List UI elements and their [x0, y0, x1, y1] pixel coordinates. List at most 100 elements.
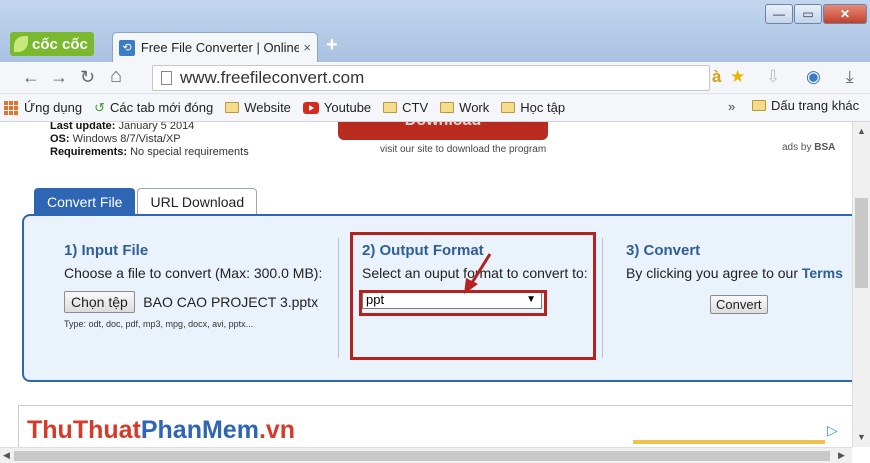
- adchoices-icon[interactable]: ▷: [827, 422, 838, 439]
- download-caption: visit our site to download the program: [380, 144, 547, 155]
- download-icon[interactable]: ⇩: [766, 67, 780, 87]
- folder-icon: [440, 102, 455, 113]
- bookmark-ctv[interactable]: CTV: [383, 100, 428, 115]
- home-button[interactable]: ⌂: [110, 65, 122, 88]
- folder-icon: [501, 102, 516, 113]
- step1-desc: Choose a file to convert (Max: 300.0 MB)…: [64, 265, 323, 281]
- other-bookmarks-label: Dấu trang khác: [771, 98, 860, 113]
- converter-tabs: Convert File URL Download: [34, 188, 259, 214]
- last-update-label: Last update:: [50, 122, 116, 132]
- requirements-label: Requirements:: [50, 146, 128, 158]
- address-bar[interactable]: www.freefileconvert.com: [152, 65, 710, 91]
- scroll-right-icon[interactable]: ▶: [838, 450, 845, 461]
- watermark-part3: .vn: [258, 416, 296, 444]
- software-specs: Last update: January 5 2014 OS: Windows …: [50, 122, 249, 159]
- close-window-button[interactable]: ✕: [823, 4, 867, 24]
- maximize-button[interactable]: ▭: [794, 4, 822, 24]
- bookmark-label: Học tập: [520, 100, 566, 115]
- ads-label[interactable]: ads by BSA: [782, 142, 835, 153]
- page-content: Last update: January 5 2014 OS: Windows …: [0, 122, 852, 447]
- convert-button[interactable]: Convert: [710, 295, 768, 314]
- bookmark-work[interactable]: Work: [440, 100, 489, 115]
- scroll-up-icon[interactable]: ▲: [857, 126, 866, 136]
- download-button[interactable]: Download: [338, 122, 548, 140]
- watermark-part1: ThuThuat: [27, 416, 141, 444]
- bookmark-label: Các tab mới đóng: [110, 100, 214, 115]
- ad-bar: [633, 440, 825, 444]
- brand-label: cốc cốc: [32, 35, 88, 53]
- column-divider: [338, 238, 339, 358]
- choose-file-button[interactable]: Chọn tệp: [64, 291, 135, 313]
- bookmark-label: Ứng dụng: [24, 100, 83, 115]
- new-tab-button[interactable]: +: [326, 34, 338, 57]
- folder-icon: [225, 102, 240, 113]
- reload-button[interactable]: ↻: [80, 67, 95, 88]
- terms-link[interactable]: Terms: [802, 265, 843, 281]
- requirements-value: No special requirements: [130, 146, 249, 158]
- bookmark-label: Work: [459, 100, 490, 115]
- minimize-button[interactable]: —: [765, 4, 793, 24]
- browser-window: cốc cốc ⟲ Free File Converter | Online ×…: [0, 0, 870, 463]
- ads-prefix: ads by: [782, 142, 812, 153]
- converter-panel: 1) Input File Choose a file to convert (…: [22, 214, 852, 382]
- scroll-down-icon[interactable]: ▼: [857, 432, 866, 442]
- vertical-scroll-thumb[interactable]: [855, 198, 868, 288]
- bookmark-label: Youtube: [323, 100, 372, 115]
- url-text: www.freefileconvert.com: [180, 68, 365, 87]
- save-icon[interactable]: ⤓: [846, 67, 854, 87]
- translate-icon[interactable]: à: [712, 67, 721, 87]
- step3-title: 3) Convert: [626, 242, 701, 259]
- agree-text: By clicking you agree to our: [626, 265, 798, 281]
- watermark-logo: ThuThuatPhanMem.vn: [27, 416, 295, 445]
- coccoc-logo[interactable]: cốc cốc: [10, 32, 94, 56]
- selected-filename: BAO CAO PROJECT 3.pptx: [143, 294, 319, 310]
- step1-title: 1) Input File: [64, 242, 149, 259]
- ads-brand: BSA: [814, 142, 836, 153]
- bookmark-label: Website: [244, 100, 291, 115]
- forward-button[interactable]: →: [50, 67, 68, 88]
- step-convert: 3) Convert By clicking you agree to our …: [626, 242, 843, 314]
- folder-icon: [752, 100, 766, 111]
- bookmark-apps[interactable]: Ứng dụng: [24, 100, 82, 115]
- last-update-value: January 5 2014: [118, 122, 195, 132]
- tab-url-download[interactable]: URL Download: [137, 188, 258, 214]
- bookmark-hoc-tap[interactable]: Học tập: [501, 100, 565, 115]
- os-value: Windows 8/7/Vista/XP: [72, 133, 181, 145]
- bookmark-website[interactable]: Website: [225, 100, 291, 115]
- banner-ad[interactable]: ThuThuatPhanMem.vn ▷: [18, 405, 852, 447]
- step3-desc: By clicking you agree to our Terms: [626, 265, 843, 281]
- apps-icon[interactable]: [4, 101, 18, 115]
- folder-icon: [383, 102, 398, 113]
- youtube-icon: [302, 101, 319, 114]
- back-button[interactable]: ←: [22, 67, 40, 88]
- extension-icon[interactable]: ◉: [806, 67, 821, 87]
- select-highlight: [359, 290, 547, 316]
- os-label: OS:: [50, 133, 70, 145]
- horizontal-scrollbar[interactable]: ◀ ▶: [0, 447, 852, 463]
- supported-types: Type: odt, doc, pdf, mp3, mpg, docx, avi…: [64, 319, 254, 329]
- horizontal-scroll-thumb[interactable]: [14, 451, 830, 461]
- bookmark-recent-tabs[interactable]: ↺ Các tab mới đóng: [94, 100, 213, 116]
- bookmark-youtube[interactable]: Youtube: [302, 100, 372, 115]
- red-arrow-icon: [464, 253, 492, 294]
- title-bar: cốc cốc ⟲ Free File Converter | Online ×…: [0, 0, 870, 62]
- vertical-scrollbar[interactable]: ▲ ▼: [852, 122, 870, 447]
- step-input-file: 1) Input File Choose a file to convert (…: [64, 242, 322, 329]
- watermark-part2: PhanMem: [140, 416, 259, 444]
- site-favicon-icon: ⟲: [119, 39, 135, 56]
- other-bookmarks[interactable]: Dấu trang khác: [752, 98, 859, 113]
- browser-toolbar: ← → ↻ ⌂ www.freefileconvert.com à ★ ⇩ ◉ …: [0, 62, 870, 94]
- bookmark-label: CTV: [402, 100, 429, 115]
- browser-tab[interactable]: ⟲ Free File Converter | Online ×: [112, 32, 318, 62]
- more-bookmarks-button[interactable]: »: [728, 99, 735, 114]
- tab-close-icon[interactable]: ×: [303, 40, 311, 55]
- scroll-left-icon[interactable]: ◀: [3, 450, 10, 461]
- bookmarks-bar: Ứng dụng ↺ Các tab mới đóng Website Youtu…: [0, 94, 870, 122]
- tab-title: Free File Converter | Online: [140, 40, 300, 55]
- tab-convert-file[interactable]: Convert File: [34, 188, 136, 214]
- star-icon[interactable]: ★: [730, 67, 745, 87]
- coccoc-leaf-icon: [14, 36, 28, 52]
- column-divider: [602, 238, 603, 358]
- history-icon: ↺: [94, 99, 105, 115]
- page-icon: [161, 71, 172, 85]
